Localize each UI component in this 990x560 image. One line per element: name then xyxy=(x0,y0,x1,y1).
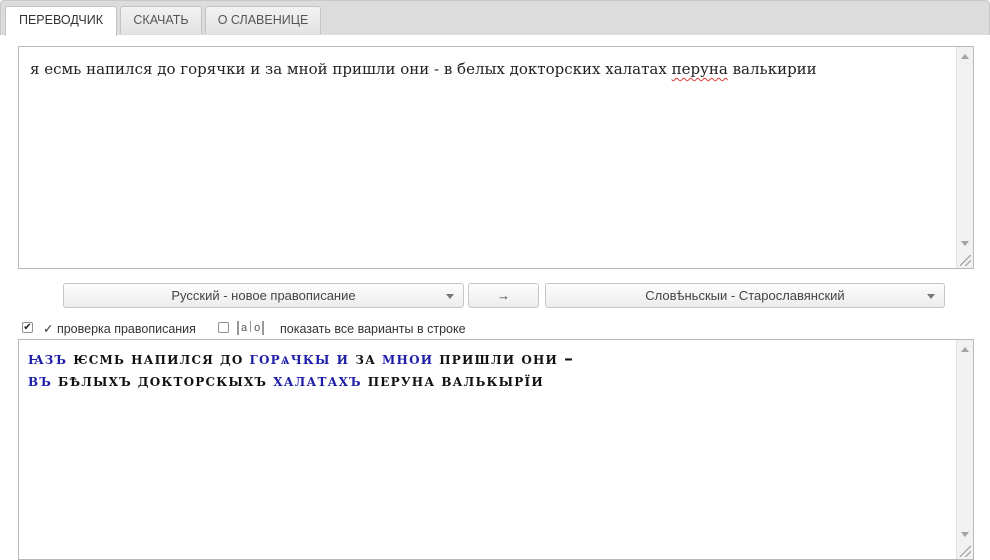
chevron-down-icon xyxy=(927,294,935,299)
scroll-down-icon[interactable] xyxy=(961,532,969,537)
scroll-up-icon[interactable] xyxy=(961,347,969,352)
source-language-label: Русский - новое правописание xyxy=(171,288,356,303)
scroll-up-icon[interactable] xyxy=(961,54,969,59)
output-word: – xyxy=(564,349,575,369)
scroll-down-icon[interactable] xyxy=(961,241,969,246)
spellcheck-label[interactable]: ✓ проверка правописания xyxy=(43,321,196,337)
variant-o-glyph: о xyxy=(254,322,261,334)
output-word: валькырїи xyxy=(441,371,544,391)
output-scrollbar[interactable] xyxy=(956,340,973,559)
variants-checkbox[interactable] xyxy=(218,322,229,333)
resize-grip-icon[interactable] xyxy=(960,546,971,557)
output-word: горѧчкы xyxy=(249,349,331,369)
target-language-select[interactable]: Словѣньскыи - Старославянский xyxy=(545,283,945,308)
output-word: они xyxy=(521,349,559,369)
chevron-down-icon xyxy=(446,294,454,299)
target-language-label: Словѣньскыи - Старославянский xyxy=(645,288,845,303)
output-word: до xyxy=(220,349,244,369)
output-word: ꙗзъ xyxy=(28,349,68,369)
translation-text: ꙗзъ ѥсмь напился до горѧчкы и за мнои пришли они –… xyxy=(28,348,949,392)
source-text-input[interactable]: я есмь напился до горячки и за мной приш… xyxy=(18,46,974,269)
output-word: халатахъ xyxy=(273,371,362,391)
tab-download[interactable]: СКАЧАТЬ xyxy=(120,6,202,34)
resize-grip-icon[interactable] xyxy=(960,255,971,266)
output-word: ѥсмь xyxy=(73,349,126,369)
tab-bar: ПЕРЕВОДЧИК СКАЧАТЬ О СЛАВЕНИЦЕ xyxy=(0,0,990,36)
source-language-select[interactable]: Русский - новое правописание xyxy=(63,283,464,308)
variants-label[interactable]: показать все варианты в строке xyxy=(280,321,466,337)
translation-output[interactable]: ꙗзъ ѥсмь напился до горѧчкы и за мнои пришли они –… xyxy=(18,339,974,560)
output-word: бѣлыхъ xyxy=(58,371,132,391)
output-word: напился xyxy=(131,349,215,369)
tab-translator[interactable]: ПЕРЕВОДЧИК xyxy=(5,6,117,36)
translate-button[interactable]: → xyxy=(468,283,539,308)
output-word: мнои xyxy=(382,349,434,369)
variants-icon: ао xyxy=(237,321,265,335)
output-word: докторскыхъ xyxy=(137,371,268,391)
output-word: въ xyxy=(28,371,53,391)
source-text: я есмь напился до горячки и за мной приш… xyxy=(30,60,951,78)
output-word: и xyxy=(336,349,350,369)
translate-arrow-label: → xyxy=(497,288,510,303)
variant-a-glyph: а xyxy=(241,322,248,334)
spellcheck-checkbox[interactable]: ✔ xyxy=(22,322,33,333)
tab-about[interactable]: О СЛАВЕНИЦЕ xyxy=(205,6,321,34)
output-word: пришли xyxy=(439,349,516,369)
misspelled-word: перуна xyxy=(671,60,728,78)
output-word: за xyxy=(355,349,377,369)
output-word: перуна xyxy=(367,371,436,391)
source-text-plain: я есмь напился до горячки и за мной приш… xyxy=(30,60,672,78)
source-text-last-word: валькирии xyxy=(732,60,817,78)
source-scrollbar[interactable] xyxy=(956,47,973,268)
